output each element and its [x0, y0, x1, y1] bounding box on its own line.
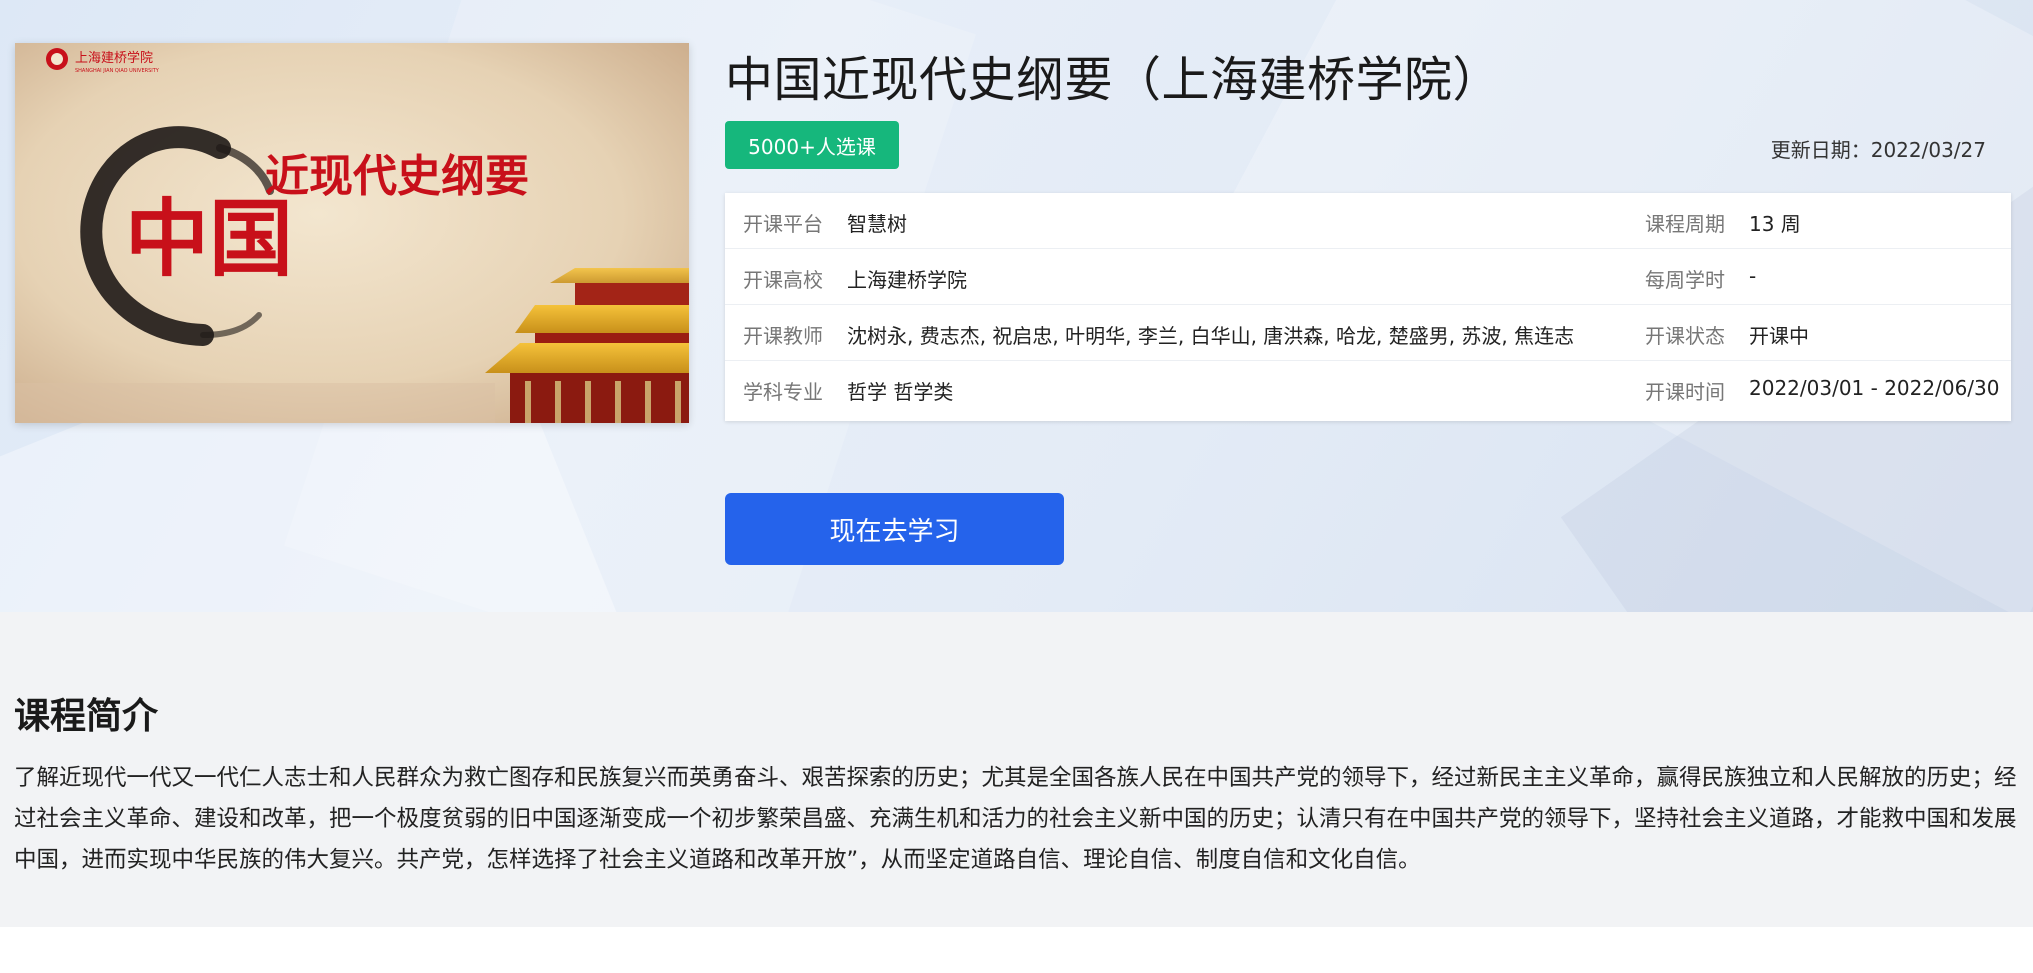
info-value-term-dates: 2022/03/01 - 2022/06/30	[1749, 376, 2000, 400]
course-info-table: 开课平台 智慧树 课程周期 13 周 开课高校 上海建桥学院 每周学时 - 开课…	[725, 193, 2011, 421]
info-label: 开课状态	[1645, 324, 1725, 348]
intro-title: 课程简介	[14, 696, 159, 737]
info-row-teachers: 开课教师 沈树永, 费志杰, 祝启忠, 叶明华, 李兰, 白华山, 唐洪森, 哈…	[725, 305, 2011, 361]
update-date: 更新日期：2022/03/27	[1770, 138, 1986, 162]
info-value-teachers: 沈树永, 费志杰, 祝启忠, 叶明华, 李兰, 白华山, 唐洪森, 哈龙, 楚盛…	[847, 324, 1575, 348]
info-value-weekly-hours: -	[1749, 264, 1757, 288]
course-intro-section: 课程简介 了解近现代一代又一代仁人志士和人民群众为救亡图存和民族复兴而英勇奋斗、…	[0, 612, 2033, 927]
info-label: 开课平台	[743, 212, 823, 236]
intro-text: 了解近现代一代又一代仁人志士和人民群众为救亡图存和民族复兴而英勇奋斗、艰苦探索的…	[14, 765, 2017, 873]
info-row-platform: 开课平台 智慧树 课程周期 13 周	[725, 193, 2011, 249]
start-learning-button[interactable]: 现在去学习	[725, 493, 1064, 565]
info-label: 学科专业	[743, 380, 823, 404]
cover-school-logo-text: 上海建桥学院	[75, 50, 153, 66]
course-title: 中国近现代史纲要（上海建桥学院）	[725, 52, 1502, 108]
cover-calligraphy-sub: 近现代史纲要	[265, 151, 529, 202]
info-value-status: 开课中	[1749, 324, 1809, 348]
info-label: 开课时间	[1645, 380, 1725, 404]
info-label: 课程周期	[1645, 212, 1725, 236]
cover-school-logo-subtext: SHANGHAI JIAN QIAO UNIVERSITY	[75, 68, 160, 74]
cover-calligraphy-main: 中国	[125, 189, 293, 288]
info-row-subject: 学科专业 哲学 哲学类 开课时间 2022/03/01 - 2022/06/30	[725, 361, 2011, 417]
info-label: 开课教师	[743, 324, 823, 348]
info-value-subject: 哲学 哲学类	[847, 380, 954, 404]
course-cover-image[interactable]: 上海建桥学院 SHANGHAI JIAN QIAO UNIVERSITY 中国 …	[15, 43, 689, 423]
info-value-school: 上海建桥学院	[847, 268, 967, 292]
info-label: 每周学时	[1645, 268, 1725, 292]
info-value-platform: 智慧树	[847, 212, 907, 236]
info-value-duration: 13 周	[1749, 212, 1801, 236]
course-hero: 上海建桥学院 SHANGHAI JIAN QIAO UNIVERSITY 中国 …	[0, 0, 2033, 612]
enroll-count-badge: 5000+人选课	[725, 121, 899, 169]
info-label: 开课高校	[743, 268, 823, 292]
info-row-school: 开课高校 上海建桥学院 每周学时 -	[725, 249, 2011, 305]
